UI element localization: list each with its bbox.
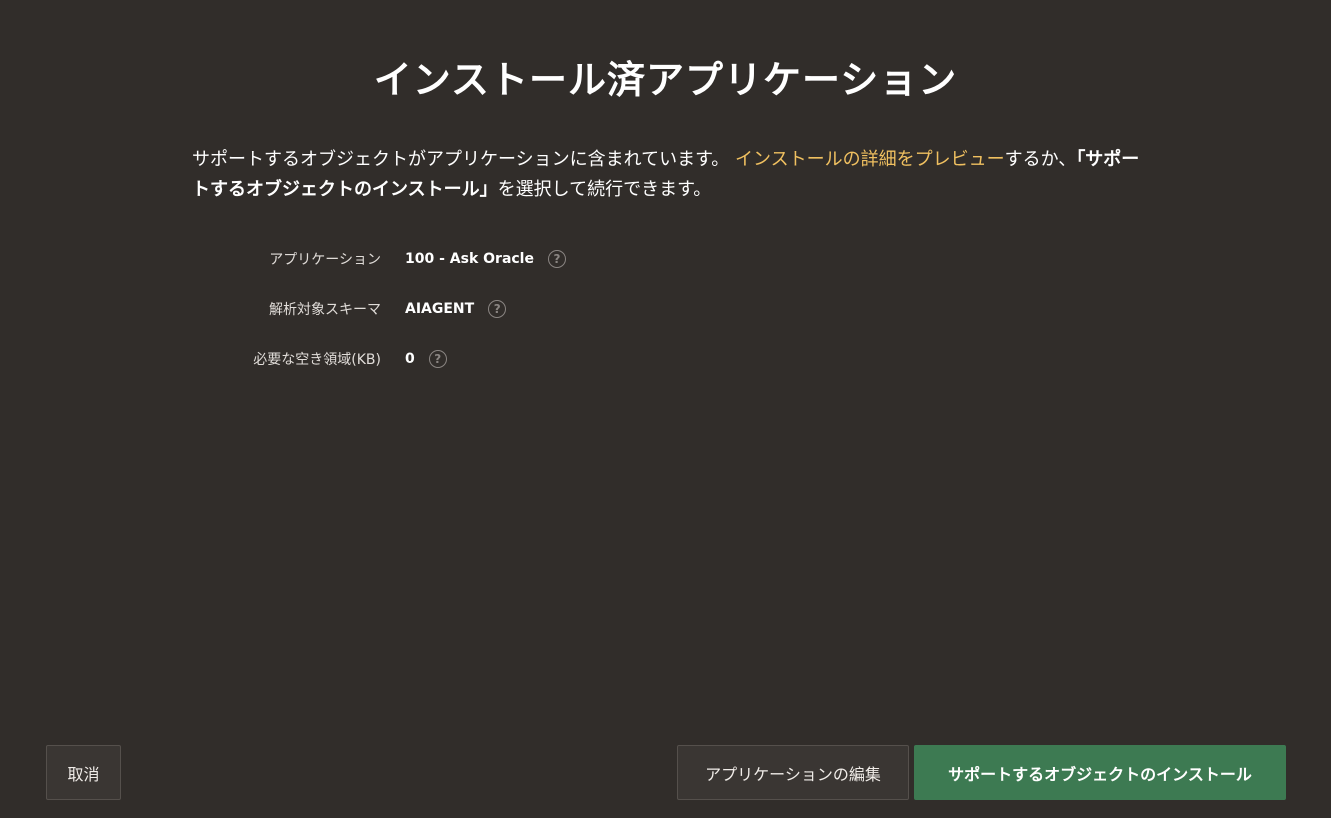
install-supporting-objects-button[interactable]: サポートするオブジェクトのインストール [914, 745, 1286, 800]
detail-row-parsing-schema: 解析対象スキーマ AIAGENT ? [200, 294, 800, 324]
detail-value: AIAGENT [405, 301, 475, 317]
cancel-button[interactable]: 取消 [46, 745, 121, 800]
detail-value: 0 [405, 351, 415, 367]
description-text: サポートするオブジェクトがアプリケーションに含まれています。 インストールの詳細… [192, 145, 1142, 205]
page-title: インストール済アプリケーション [373, 58, 958, 102]
detail-row-application: アプリケーション 100 - Ask Oracle ? [200, 244, 800, 274]
description-text-after-link: するか、 [1004, 149, 1077, 170]
detail-label: 必要な空き領域(KB) [253, 352, 381, 368]
description-text-end: を選択して続行できます。 [497, 179, 712, 200]
detail-label: アプリケーション [269, 252, 381, 268]
question-circle-icon[interactable]: ? [547, 250, 566, 268]
install-application-page: インストール済アプリケーション サポートするオブジェクトがアプリケーションに含ま… [0, 0, 1331, 818]
detail-row-free-space: 必要な空き領域(KB) 0 ? [200, 344, 800, 374]
detail-label: 解析対象スキーマ [269, 302, 381, 318]
edit-application-button[interactable]: アプリケーションの編集 [677, 745, 909, 800]
detail-value: 100 - Ask Oracle [405, 251, 534, 267]
question-circle-icon[interactable]: ? [488, 300, 507, 318]
preview-install-details-link[interactable]: インストールの詳細をプレビュー [735, 149, 1005, 170]
question-circle-icon[interactable]: ? [428, 350, 447, 368]
application-details: アプリケーション 100 - Ask Oracle ? 解析対象スキーマ AIA… [200, 244, 800, 394]
description-text-before-link: サポートするオブジェクトがアプリケーションに含まれています。 [192, 149, 736, 170]
